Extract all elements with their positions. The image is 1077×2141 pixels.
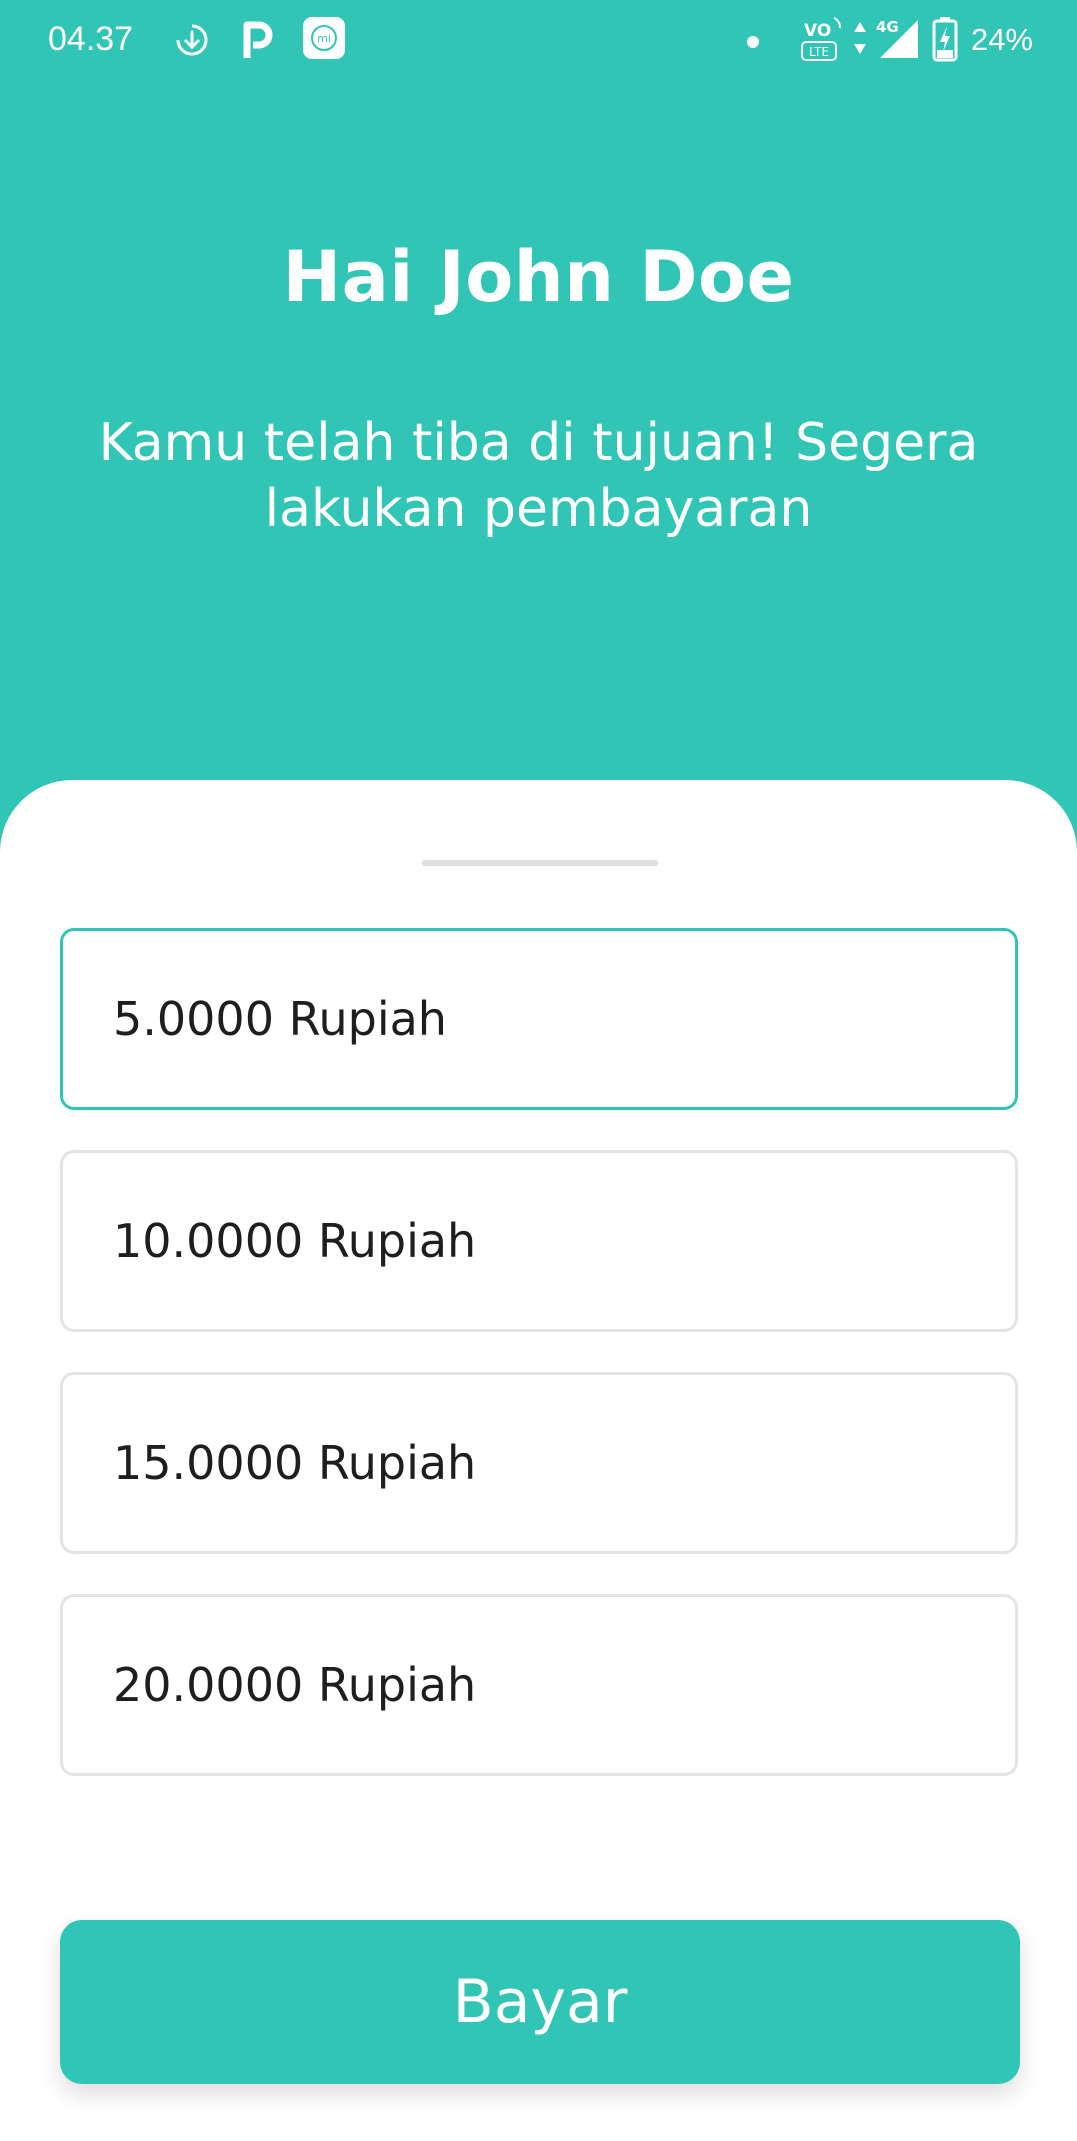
payment-option-10000[interactable]: 10.0000 Rupiah: [60, 1150, 1018, 1332]
payment-option-label: 20.0000 Rupiah: [113, 1658, 477, 1712]
signal-4g-icon: 4G: [874, 16, 920, 64]
download-icon: [170, 18, 214, 66]
volte-icon: VO LTE: [800, 14, 844, 68]
payment-option-label: 15.0000 Rupiah: [113, 1436, 477, 1490]
payment-option-label: 10.0000 Rupiah: [113, 1214, 477, 1268]
battery-percent: 24%: [970, 22, 1033, 57]
payment-option-15000[interactable]: 15.0000 Rupiah: [60, 1372, 1018, 1554]
svg-text:mi: mi: [317, 32, 331, 45]
status-time: 04.37: [48, 20, 134, 58]
pay-button[interactable]: Bayar: [60, 1920, 1020, 2084]
dot-icon: [746, 34, 760, 53]
battery-charging-icon: [932, 16, 958, 66]
drag-handle[interactable]: [422, 860, 658, 866]
data-arrows-icon: [852, 20, 868, 60]
p-app-icon: [242, 18, 274, 66]
payment-option-5000[interactable]: 5.0000 Rupiah: [60, 928, 1018, 1110]
mi-app-icon: mi: [302, 16, 346, 64]
lte-label: LTE: [809, 45, 829, 59]
payment-option-label: 5.0000 Rupiah: [113, 992, 447, 1046]
arrival-message: Kamu telah tiba di tujuan! Segera lakuka…: [98, 413, 979, 539]
network-label: 4G: [876, 18, 899, 36]
status-bar: 04.37 mi VO LTE 4G 24%: [0, 0, 1077, 84]
payment-sheet: 5.0000 Rupiah 10.0000 Rupiah 15.0000 Rup…: [0, 780, 1077, 2141]
greeting-title: Hai John Doe: [282, 236, 795, 318]
payment-option-20000[interactable]: 20.0000 Rupiah: [60, 1594, 1018, 1776]
volte-label: VO: [804, 21, 831, 41]
